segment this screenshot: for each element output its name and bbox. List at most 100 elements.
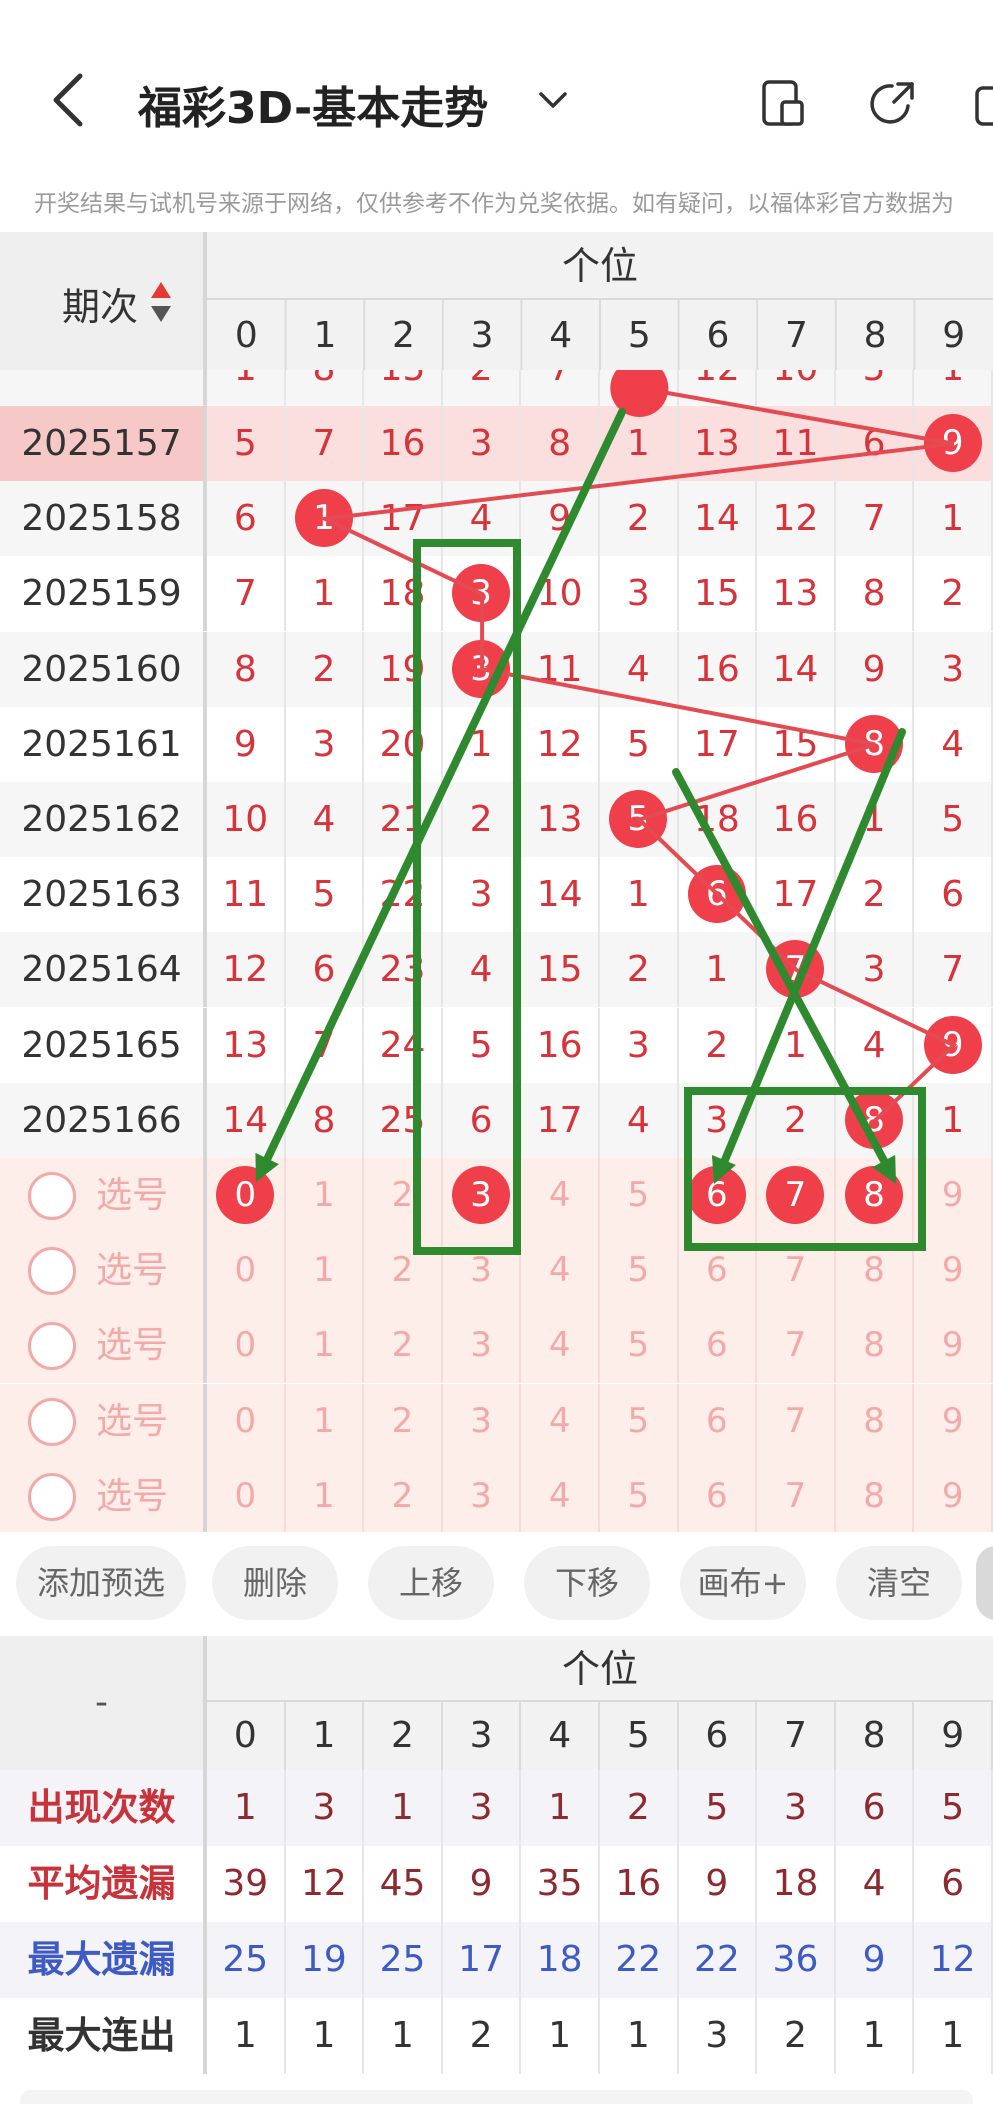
pick-digit[interactable]: 3 xyxy=(443,1308,522,1384)
pick-digit-selected[interactable]: 6 xyxy=(679,1158,758,1233)
pick-digit[interactable]: 8 xyxy=(836,1383,915,1459)
pick-digit[interactable]: 7 xyxy=(757,1233,836,1309)
more-button[interactable] xyxy=(976,1546,993,1620)
pick-digit[interactable]: 6 xyxy=(679,1458,758,1534)
delete-button[interactable]: 删除 xyxy=(212,1546,338,1620)
pick-radio[interactable] xyxy=(28,1472,76,1521)
pick-digit[interactable]: 1 xyxy=(286,1308,365,1384)
move-down-button[interactable]: 下移 xyxy=(524,1546,650,1620)
pick-digit[interactable]: 4 xyxy=(521,1458,600,1534)
pick-digit-selected[interactable]: 7 xyxy=(757,1158,836,1233)
pick-digit[interactable]: 5 xyxy=(600,1383,679,1459)
table-row[interactable]: 2025158 6 1 17 4 9 2 14 12 7 1 xyxy=(0,481,993,557)
pick-digit[interactable]: 7 xyxy=(757,1458,836,1534)
pick-digit[interactable]: 4 xyxy=(521,1233,600,1309)
table-row[interactable]: 2025157 5 7 16 3 8 1 13 11 6 9 xyxy=(0,406,993,481)
pick-digit[interactable]: 5 xyxy=(600,1158,679,1233)
pick-row-label[interactable]: 选号 xyxy=(0,1383,207,1459)
pick-digit[interactable]: 2 xyxy=(364,1308,443,1384)
digit-header-9: 9 xyxy=(914,300,993,370)
winning-number-ball: 3 xyxy=(452,639,511,698)
pick-row-label[interactable]: 选号 xyxy=(0,1158,207,1233)
pick-digit-selected[interactable]: 0 xyxy=(207,1158,286,1233)
pick-digit[interactable]: 2 xyxy=(364,1458,443,1534)
pick-digit[interactable]: 8 xyxy=(836,1458,915,1534)
pick-digit[interactable]: 8 xyxy=(836,1308,915,1384)
pick-digit[interactable]: 6 xyxy=(679,1308,758,1384)
sort-icon[interactable] xyxy=(150,280,172,324)
pick-digit[interactable]: 9 xyxy=(914,1158,993,1233)
table-row[interactable]: 2025163 11 5 22 3 14 1 6 17 2 6 xyxy=(0,857,993,933)
pick-radio[interactable] xyxy=(28,1397,76,1446)
pick-digit[interactable]: 0 xyxy=(207,1383,286,1459)
pick-digit[interactable]: 3 xyxy=(443,1233,522,1309)
selected-number-ball[interactable]: 8 xyxy=(845,1166,904,1224)
pick-digit[interactable]: 9 xyxy=(914,1458,993,1534)
trend-table: 期次 个位 0123456789 18152751210512025157571… xyxy=(0,232,993,1534)
pick-digit[interactable]: 6 xyxy=(679,1383,758,1459)
table-row[interactable]: 2025162 10 4 21 2 13 5 18 16 1 5 xyxy=(0,782,993,857)
pick-digit[interactable]: 1 xyxy=(286,1383,365,1459)
pick-digit[interactable]: 4 xyxy=(521,1383,600,1459)
pick-digit[interactable]: 1 xyxy=(286,1233,365,1309)
pick-radio[interactable] xyxy=(28,1172,76,1220)
pick-digit[interactable]: 6 xyxy=(679,1233,758,1309)
selected-number-ball[interactable]: 7 xyxy=(766,1166,825,1224)
trend-cell: 2 xyxy=(286,631,365,707)
pick-digit[interactable]: 0 xyxy=(207,1308,286,1384)
pick-digit[interactable]: 9 xyxy=(914,1308,993,1384)
pick-digit[interactable]: 5 xyxy=(600,1308,679,1384)
move-up-button[interactable]: 上移 xyxy=(368,1546,494,1620)
pick-digit-selected[interactable]: 3 xyxy=(443,1158,522,1233)
table-row[interactable]: 2025161 9 3 20 1 12 5 17 15 8 4 xyxy=(0,706,993,782)
device-layout-icon[interactable] xyxy=(758,78,808,128)
pick-digit[interactable]: 8 xyxy=(836,1233,915,1309)
chevron-down-icon[interactable] xyxy=(535,82,571,118)
trend-cell: 14 xyxy=(521,857,600,933)
pick-digit[interactable]: 3 xyxy=(443,1383,522,1459)
pick-digit[interactable]: 1 xyxy=(286,1458,365,1534)
selected-number-ball[interactable]: 6 xyxy=(687,1166,746,1224)
table-row[interactable]: 2025160 8 2 19 3 11 4 16 14 9 3 xyxy=(0,631,993,707)
page-title[interactable]: 福彩3D-基本走势 xyxy=(138,72,488,136)
more-icon[interactable] xyxy=(975,86,993,126)
selected-number-ball[interactable]: 0 xyxy=(216,1166,275,1224)
pick-digit[interactable]: 4 xyxy=(521,1158,600,1233)
back-arrow-icon[interactable] xyxy=(48,70,88,130)
pick-radio[interactable] xyxy=(28,1322,76,1371)
table-row[interactable]: 2025159 7 1 18 3 10 3 15 13 8 2 xyxy=(0,556,993,632)
table-row[interactable]: 2025165 13 7 24 5 16 3 2 1 4 9 xyxy=(0,1007,993,1083)
trend-cell: 8 xyxy=(836,556,915,632)
pick-label: 选号 xyxy=(96,1325,169,1367)
pick-digit[interactable]: 2 xyxy=(364,1383,443,1459)
pick-digit[interactable]: 9 xyxy=(914,1233,993,1309)
pick-digit[interactable]: 5 xyxy=(600,1458,679,1534)
stats-cell: 22 xyxy=(600,1922,679,1998)
pick-row-label[interactable]: 选号 xyxy=(0,1458,207,1534)
pick-digit[interactable]: 4 xyxy=(521,1308,600,1384)
trend-cell: 7 xyxy=(286,1007,365,1083)
pick-digit[interactable]: 7 xyxy=(757,1308,836,1384)
pick-row-label[interactable]: 选号 xyxy=(0,1233,207,1309)
pick-digit[interactable]: 7 xyxy=(757,1383,836,1459)
selected-number-ball[interactable]: 3 xyxy=(452,1166,511,1224)
canvas-plus-button[interactable]: 画布+ xyxy=(680,1546,806,1620)
period-header[interactable]: 期次 xyxy=(0,232,207,370)
pick-digit-selected[interactable]: 8 xyxy=(836,1158,915,1233)
pick-row-label[interactable]: 选号 xyxy=(0,1308,207,1384)
pick-digit[interactable]: 1 xyxy=(286,1158,365,1233)
table-row[interactable]: 2025164 12 6 23 4 15 2 1 7 3 7 xyxy=(0,932,993,1008)
pick-digit[interactable]: 0 xyxy=(207,1458,286,1534)
pick-digit[interactable]: 2 xyxy=(364,1158,443,1233)
pick-digit[interactable]: 9 xyxy=(914,1383,993,1459)
pick-digit[interactable]: 3 xyxy=(443,1458,522,1534)
add-preselect-button[interactable]: 添加预选 xyxy=(16,1546,186,1620)
pick-digit[interactable]: 5 xyxy=(600,1233,679,1309)
table-row[interactable]: 2025166 14 8 25 6 17 4 3 2 8 1 xyxy=(0,1082,993,1158)
share-icon[interactable] xyxy=(868,78,918,128)
stats-digit-header: 2 xyxy=(364,1702,443,1770)
pick-radio[interactable] xyxy=(28,1247,76,1296)
clear-button[interactable]: 清空 xyxy=(836,1546,962,1620)
pick-digit[interactable]: 0 xyxy=(207,1233,286,1309)
pick-digit[interactable]: 2 xyxy=(364,1233,443,1309)
